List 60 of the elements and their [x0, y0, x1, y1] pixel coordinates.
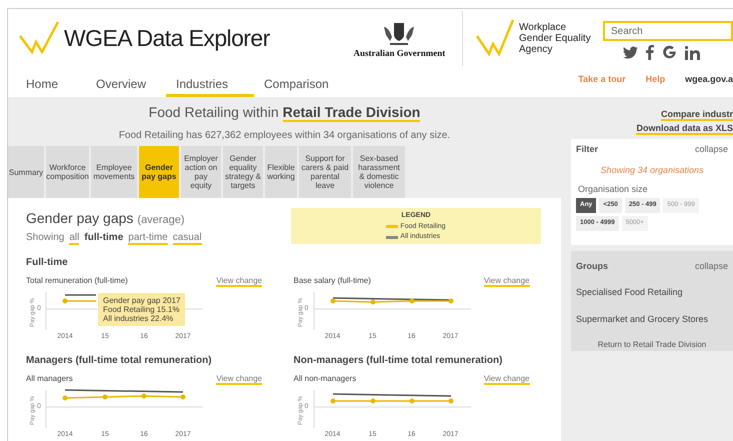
government-label: Australian Government	[354, 47, 446, 60]
bird-icon[interactable]	[623, 46, 638, 59]
section-tab[interactable]: Sex-based harassment & domestic violence	[353, 146, 405, 198]
view-change-link[interactable]: View change	[216, 276, 262, 287]
subsection-heading: Full-time	[26, 256, 69, 270]
collapse-link[interactable]: collapse	[694, 143, 728, 156]
section-tab[interactable]: Summary	[8, 146, 44, 198]
panel-title: Groups	[576, 260, 608, 273]
industry-line	[65, 294, 96, 296]
collapse-link[interactable]: collapse	[694, 260, 728, 274]
chart-title: Base salary (full-time)	[294, 275, 371, 287]
sidebar-link[interactable]: Compare industr	[660, 109, 733, 121]
section-tab[interactable]: Employer action on pay equity	[181, 146, 221, 198]
chart-heading: Non-managers (full-time total remuneration)	[294, 354, 504, 368]
showing-label: Showing	[26, 231, 64, 245]
agency-name: Workplace Gender Equality Agency	[519, 22, 592, 54]
tooltip-line: Food Retailing 15.1%	[103, 305, 180, 314]
in-letters-icon[interactable]	[685, 46, 700, 60]
nav-link[interactable]: wgea.gov.a	[685, 73, 733, 87]
g-letter-icon[interactable]	[662, 45, 677, 60]
panel-title: Filter	[576, 143, 598, 156]
chart-title: All managers	[26, 373, 73, 385]
section-heading: Gender pay gaps	[26, 209, 134, 228]
section-tab[interactable]: Support for carers & paid parental leave	[299, 146, 351, 198]
group-link[interactable]: Specialised Food Retailing	[576, 286, 728, 299]
view-change-link[interactable]: View change	[484, 374, 530, 385]
view-change-link[interactable]: View change	[216, 374, 262, 385]
filter-link[interactable]: casual	[172, 232, 202, 245]
chart-title: All non-managers	[294, 373, 356, 385]
agency-logo-icon	[475, 18, 515, 58]
tooltip-line: Gender pay gap 2017	[103, 296, 180, 305]
heading-note: (average)	[137, 213, 184, 228]
chart-heading: Managers (full-time total remuneration)	[26, 354, 213, 368]
size-label: Organisation size	[578, 183, 649, 196]
sidebar-link[interactable]: Download data as XLS	[636, 123, 733, 135]
retail-line	[62, 298, 96, 304]
logo-icon	[18, 20, 60, 56]
logo-text: WGEA Data Explorer	[64, 24, 270, 53]
chart-title: Total remuneration (full-time)	[26, 275, 128, 287]
filter-link[interactable]: all	[69, 232, 80, 245]
section-tab[interactable]: Gender equality strategy & targets	[223, 146, 263, 198]
section-tab[interactable]: Employee movements	[91, 146, 137, 198]
page-title: Food Retailing within	[148, 103, 279, 122]
section-tab[interactable]: Flexible working	[265, 146, 297, 198]
nav-tab[interactable]: Home	[16, 73, 86, 97]
return-link[interactable]: Return to Retail Trade Division	[576, 338, 728, 350]
nav-tab[interactable]: Overview	[86, 73, 166, 97]
f-letter-icon[interactable]	[646, 45, 654, 60]
filter-link[interactable]: full-time	[84, 230, 124, 245]
status-text: Showing 34 organisations	[599, 164, 705, 177]
nav-tab[interactable]: Comparison	[254, 73, 344, 97]
section-tab[interactable]: Gender pay gaps	[139, 146, 179, 198]
search-field[interactable]: Search	[603, 21, 733, 41]
view-change-link[interactable]: View change	[484, 276, 530, 287]
filter-link[interactable]: part-time	[128, 232, 168, 245]
employee-summary: Food Retailing has 627,362 employees within 34 organisations of any size.	[118, 129, 452, 143]
group-link[interactable]: Supermarket and Grocery Stores	[576, 313, 728, 326]
tooltip-line: All industries 22.4%	[103, 314, 174, 323]
section-tab[interactable]: Workforce composition	[46, 146, 89, 198]
division-link[interactable]: Retail Trade Division	[282, 105, 420, 122]
